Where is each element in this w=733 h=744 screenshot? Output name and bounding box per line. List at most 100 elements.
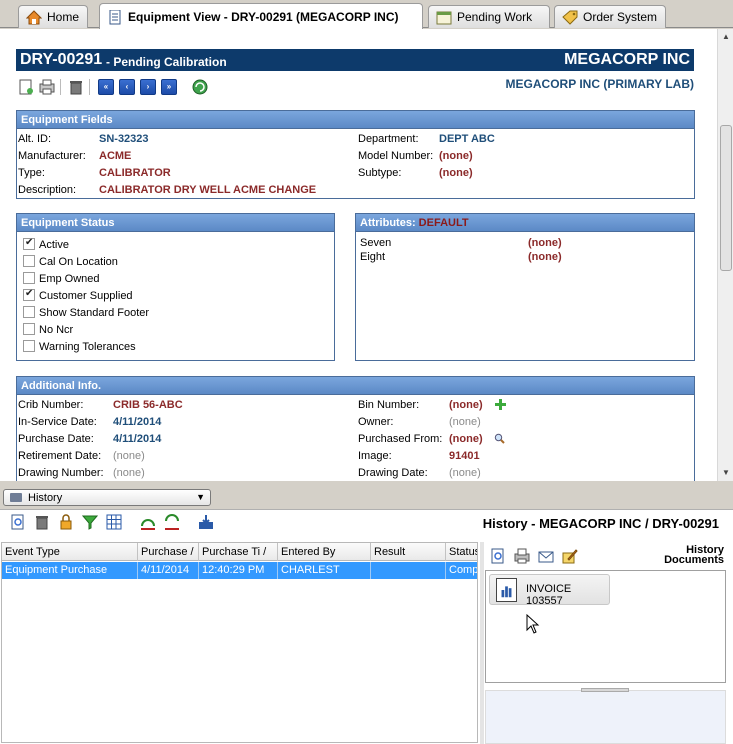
status-checkbox-item[interactable]: Show Standard Footer [23,306,149,319]
new-document-icon[interactable] [18,79,34,95]
cell-event-type: Equipment Purchase [2,562,138,579]
status-checkbox-item[interactable]: Active [23,237,69,251]
first-record-icon[interactable]: « [98,79,114,95]
email-icon[interactable] [538,548,554,564]
history-documents-title-line2: Documents [664,554,724,566]
column-header-status[interactable]: Status [446,543,477,561]
equipment-fields-header: Equipment Fields [17,111,694,129]
equipment-status-box: Equipment Status Active Cal On Location Em… [16,213,335,361]
image-value: 91401 [449,450,480,462]
checkbox[interactable] [23,237,35,250]
move-up-icon[interactable] [140,514,156,530]
column-header-purchase[interactable]: Purchase / [138,543,199,561]
attributes-title: Attributes: [360,217,416,229]
history-dropdown-value: History [28,492,63,504]
purchased-from-value: (none) [449,433,483,445]
checkbox-label: No Ncr [39,324,74,336]
status-checkbox-item[interactable]: No Ncr [23,323,73,336]
tab-equipment-view-label: Equipment View - DRY-00291 (MEGACORP INC… [128,10,399,24]
resize-grip[interactable] [581,688,629,692]
filter-icon[interactable] [82,514,98,530]
delete-icon[interactable] [34,514,50,530]
equipment-id: DRY-00291 [20,51,103,68]
vertical-scrollbar[interactable]: ▲ ▼ [717,29,733,481]
print-icon[interactable] [514,548,530,564]
column-header-event-type[interactable]: Event Type [2,543,138,561]
attribute-eight-value: (none) [528,251,562,263]
refresh-globe-icon[interactable] [192,79,208,95]
tab-home[interactable]: Home [18,5,88,28]
equipment-fields-box: Equipment Fields Alt. ID: SN-32323 Manuf… [16,110,695,199]
edit-icon[interactable] [562,548,578,564]
scroll-up-icon[interactable]: ▲ [718,29,733,45]
drawing-number-label: Drawing Number: [18,467,104,479]
status-checkbox-item[interactable]: Customer Supplied [23,288,133,302]
cell-entered-by: CHARLEST [278,562,371,579]
inbox-icon[interactable] [198,514,214,530]
search-icon[interactable] [494,433,505,444]
type-label: Type: [18,167,45,179]
checkbox[interactable] [23,272,35,284]
previous-record-icon[interactable]: ‹ [119,79,135,95]
view-document-icon[interactable] [490,548,506,564]
drawing-date-value: (none) [449,467,481,479]
attributes-header: Attributes: DEFAULT [356,214,694,232]
move-down-icon[interactable] [164,514,180,530]
tab-pending-work[interactable]: Pending Work [428,5,550,28]
tab-order-system[interactable]: Order System [554,5,666,28]
status-checkbox-item[interactable]: Emp Owned [23,272,100,285]
toolbar-separator [60,79,61,95]
status-checkbox-item[interactable]: Warning Tolerances [23,340,136,353]
equipment-title-bar: DRY-00291 - Pending Calibration MEGACORP… [16,49,694,71]
table-row[interactable]: Equipment Purchase 4/11/2014 12:40:29 PM… [2,562,478,579]
tab-pending-work-label: Pending Work [457,10,533,24]
owner-label: Owner: [358,416,394,428]
checkbox-label: Customer Supplied [39,290,133,302]
view-record-icon[interactable] [10,514,26,530]
cell-result [371,562,446,579]
history-icon [10,493,22,502]
invoice-document-icon [496,578,517,602]
checkbox-label: Active [39,239,69,251]
calendar-icon [436,11,452,25]
cell-purchase-time: 12:40:29 PM [199,562,278,579]
in-service-date-value: 4/11/2014 [113,416,162,428]
purchase-date-label: Purchase Date: [18,433,94,445]
status-checkbox-item[interactable]: Cal On Location [23,255,118,268]
lock-icon[interactable] [58,514,74,530]
document-item[interactable]: INVOICE 103557 [489,574,610,607]
print-preview-icon[interactable] [39,79,55,95]
in-service-date-label: In-Service Date: [18,416,97,428]
bin-number-value: (none) [449,399,483,411]
delete-icon[interactable] [68,79,84,95]
checkbox[interactable] [23,340,35,352]
equipment-view-panel: DRY-00291 - Pending Calibration MEGACORP… [0,29,733,481]
last-record-icon[interactable]: » [161,79,177,95]
history-dropdown[interactable]: History ▼ [3,489,211,506]
attributes-set: DEFAULT [418,217,469,229]
cell-status: Compl [449,564,478,576]
tag-icon [562,10,578,25]
checkbox[interactable] [23,323,35,335]
checkbox[interactable] [23,288,35,301]
history-documents-title: History Documents [664,545,724,566]
column-header-entered-by[interactable]: Entered By [278,543,371,561]
next-record-icon[interactable]: › [140,79,156,95]
checkbox[interactable] [23,306,35,318]
drawing-number-value: (none) [113,467,145,479]
toolbar-separator [89,79,90,95]
crib-number-value: CRIB 56-ABC [113,399,183,411]
attribute-seven-value: (none) [528,237,562,249]
add-icon[interactable] [495,399,506,410]
grid-icon[interactable] [106,514,122,530]
column-header-result[interactable]: Result [371,543,446,561]
tab-equipment-view[interactable]: Equipment View - DRY-00291 (MEGACORP INC… [99,3,423,29]
company-name: MEGACORP INC [564,51,690,68]
checkbox[interactable] [23,255,35,267]
history-grid-header: Event Type Purchase / Purchase Ti / Ente… [2,543,477,561]
column-header-purchase-time[interactable]: Purchase Ti / [199,543,278,561]
bin-number-label: Bin Number: [358,399,420,411]
scroll-thumb[interactable] [720,125,732,271]
scroll-down-icon[interactable]: ▼ [718,465,733,481]
description-label: Description: [18,184,77,196]
